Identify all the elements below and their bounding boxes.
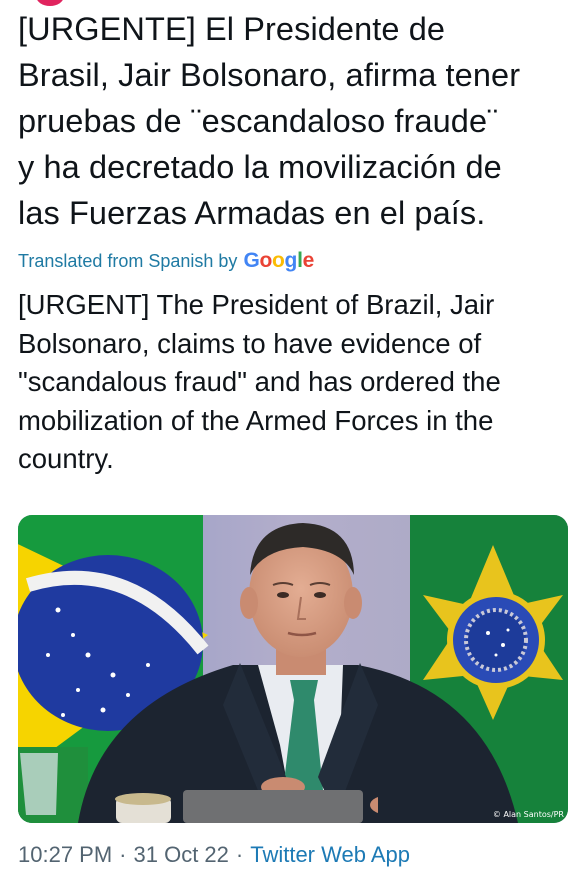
translated-from-label: Translated from Spanish by (18, 250, 238, 271)
translation-line: mobilization of the Armed Forces in the (18, 404, 494, 436)
separator-dot: · (119, 842, 127, 867)
google-logo-letter: e (302, 249, 315, 272)
google-logo-letter: o (259, 249, 273, 272)
original-line: y ha decretado la movilización de (18, 149, 502, 185)
translation-line: [URGENT] The President of Brazil, Jair (18, 289, 495, 320)
translated-from-link[interactable]: Translated from Spanish by Google (18, 246, 314, 276)
tweet-time[interactable]: 10:27 PM (18, 842, 112, 867)
photo-illustration (18, 515, 568, 823)
google-logo-letter: G (243, 249, 260, 272)
translation-line: Bolsonaro, claims to have evidence of (18, 327, 482, 359)
google-logo-letter: o (272, 249, 285, 272)
original-line: las Fuerzas Armadas en el país. (18, 195, 486, 231)
tweet-metadata: 10:27 PM · 31 Oct 22 · Twitter Web App (18, 842, 410, 868)
translation-line: "scandalous fraud" and has ordered the (18, 366, 501, 397)
separator-dot: · (235, 842, 244, 867)
photo-credit: © Alan Santos/PR (492, 810, 564, 819)
tweet-photo[interactable]: © Alan Santos/PR (18, 515, 568, 823)
tweet-detail-view: [URGENTE] El Presidente de Brasil, Jair … (0, 0, 585, 888)
google-logo-letter: g (284, 249, 298, 272)
tweet-original-text: [URGENTE] El Presidente de Brasil, Jair … (18, 6, 578, 236)
tweet-date[interactable]: 31 Oct 22 (134, 842, 229, 867)
tweet-source-link[interactable]: Twitter Web App (250, 842, 410, 867)
original-line: Brasil, Jair Bolsonaro, afirma tener (18, 57, 521, 93)
tweet-translation-text: [URGENT] The President of Brazil, Jair B… (18, 286, 578, 479)
google-logo: Google (243, 249, 314, 273)
translation-line: country. (18, 443, 114, 474)
original-line: [URGENTE] El Presidente de (18, 11, 446, 47)
original-line: pruebas de ¨escandaloso fraude¨ (18, 103, 499, 139)
